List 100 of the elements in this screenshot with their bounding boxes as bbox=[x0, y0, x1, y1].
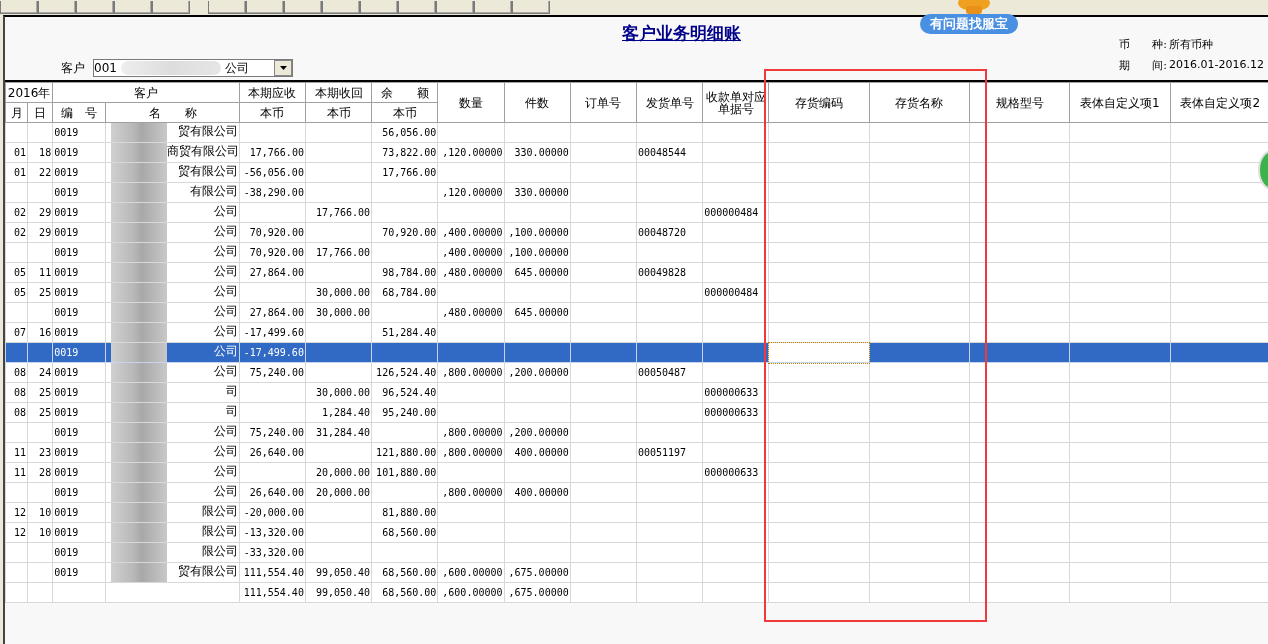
table-cell: ,400.00000 bbox=[437, 222, 505, 243]
toolbar-button[interactable] bbox=[322, 1, 360, 14]
redaction-blur bbox=[111, 423, 168, 442]
table-cell: 68,784.00 bbox=[371, 282, 438, 303]
table-cell: 51,284.40 bbox=[371, 322, 438, 343]
table-cell: 00048720 bbox=[636, 222, 703, 243]
selected-row-cell[interactable] bbox=[5, 342, 28, 363]
table-cell: -13,320.00 bbox=[239, 522, 306, 543]
table-cell: -38,290.00 bbox=[239, 182, 306, 203]
customer-dropdown[interactable]: 001 公司 bbox=[93, 59, 293, 77]
table-cell: 111,554.40 bbox=[239, 582, 306, 603]
table-cell: ,800.00000 bbox=[437, 482, 505, 503]
table-cell: 000000633 bbox=[702, 462, 769, 483]
toolbar-button[interactable] bbox=[284, 1, 322, 14]
table-cell: 000000484 bbox=[702, 282, 769, 303]
table-cell: 有限公司 bbox=[189, 184, 238, 198]
table-cell: 限公司 bbox=[201, 524, 238, 538]
column-header[interactable]: 存货编码 bbox=[768, 82, 870, 123]
toolbar-button[interactable] bbox=[152, 1, 190, 14]
table-cell: ,600.00000 bbox=[437, 582, 505, 603]
column-header[interactable]: 表体自定义项1 bbox=[1069, 82, 1171, 123]
table-cell: 贸有限公司 bbox=[177, 564, 238, 578]
table-cell: 25 bbox=[27, 402, 53, 423]
table-cell: 10 bbox=[27, 502, 53, 523]
table-cell: 17,766.00 bbox=[305, 202, 372, 223]
table-cell: 0019 bbox=[52, 502, 106, 523]
redaction-blur bbox=[111, 263, 168, 282]
table-cell: 330.00000 bbox=[504, 142, 571, 163]
column-header[interactable]: 本期应收 bbox=[239, 82, 306, 103]
table-cell: 司 bbox=[225, 404, 238, 418]
table-cell: 17,766.00 bbox=[239, 142, 306, 163]
table-cell: 00049828 bbox=[636, 262, 703, 283]
redaction-blur bbox=[111, 483, 168, 502]
table-cell: -33,320.00 bbox=[239, 542, 306, 563]
table-cell: 0019 bbox=[52, 322, 106, 343]
table-cell: ,800.00000 bbox=[437, 422, 505, 443]
column-header[interactable]: 本期收回 bbox=[305, 82, 372, 103]
redaction-blur bbox=[111, 363, 168, 382]
table-cell: 0019 bbox=[52, 122, 106, 143]
table-cell: 30,000.00 bbox=[305, 282, 372, 303]
column-header[interactable]: 客户 bbox=[52, 82, 240, 103]
table-cell: 1,284.40 bbox=[305, 402, 372, 423]
redaction-blur bbox=[111, 143, 168, 162]
column-header[interactable]: 数量 bbox=[437, 82, 505, 123]
toolbar-button[interactable] bbox=[38, 1, 76, 14]
column-header[interactable]: 表体自定义项2 bbox=[1170, 82, 1268, 123]
table-cell: 01 bbox=[5, 162, 28, 183]
toolbar-button[interactable] bbox=[76, 1, 114, 14]
table-cell: ,400.00000 bbox=[437, 242, 505, 263]
info-value: 所有币种 bbox=[1169, 37, 1214, 52]
column-header[interactable]: 规格型号 bbox=[969, 82, 1070, 123]
table-cell: 0019 bbox=[52, 262, 106, 283]
toolbar-button[interactable] bbox=[398, 1, 436, 14]
table-cell: 0019 bbox=[52, 162, 106, 183]
toolbar-button[interactable] bbox=[360, 1, 398, 14]
table-cell: 0019 bbox=[52, 382, 106, 403]
table-cell: 16 bbox=[27, 322, 53, 343]
column-header[interactable]: 存货名称 bbox=[869, 82, 970, 123]
column-header[interactable]: 月 bbox=[5, 102, 28, 123]
toolbar-button[interactable] bbox=[114, 1, 152, 14]
toolbar-button[interactable] bbox=[436, 1, 474, 14]
column-header[interactable]: 发货单号 bbox=[636, 82, 703, 123]
table-cell: 26,640.00 bbox=[239, 442, 306, 463]
table-cell: 05 bbox=[5, 282, 28, 303]
redaction-blur bbox=[111, 163, 168, 182]
toolbar-button[interactable] bbox=[512, 1, 550, 14]
column-header[interactable]: 件数 bbox=[504, 82, 571, 123]
table-cell: 公司 bbox=[213, 464, 238, 478]
table-cell: 02 bbox=[5, 222, 28, 243]
table-cell: 11 bbox=[5, 462, 28, 483]
table-cell: 08 bbox=[5, 362, 28, 383]
table-cell: 0019 bbox=[52, 522, 106, 543]
table-cell: 17,766.00 bbox=[305, 242, 372, 263]
column-header[interactable]: 余 额 bbox=[371, 82, 438, 103]
table-cell: 30,000.00 bbox=[305, 302, 372, 323]
table-cell: 81,880.00 bbox=[371, 502, 438, 523]
table-cell: 公司 bbox=[213, 324, 238, 338]
table-cell: 26,640.00 bbox=[239, 482, 306, 503]
table-cell: 12 bbox=[5, 502, 28, 523]
table-cell: 27,864.00 bbox=[239, 262, 306, 283]
toolbar-button[interactable] bbox=[474, 1, 512, 14]
column-header[interactable]: 订单号 bbox=[570, 82, 637, 123]
table-cell: 公司 bbox=[213, 364, 238, 378]
table-cell: 公司 bbox=[213, 204, 238, 218]
table-cell: 70,920.00 bbox=[239, 222, 306, 243]
table-cell: 公司 bbox=[213, 284, 238, 298]
info-value: 2016.01-2016.12 bbox=[1169, 58, 1264, 73]
table-cell: 68,560.00 bbox=[371, 522, 438, 543]
redaction-blur bbox=[111, 403, 168, 422]
redaction-blur bbox=[111, 303, 168, 322]
toolbar-button[interactable] bbox=[0, 1, 38, 14]
column-header[interactable]: 2016年 bbox=[5, 82, 53, 103]
redaction-blur bbox=[111, 563, 168, 582]
redaction-blur bbox=[111, 283, 168, 302]
table-cell: 0019 bbox=[52, 462, 106, 483]
table-cell: 01 bbox=[5, 142, 28, 163]
toolbar-button[interactable] bbox=[208, 1, 246, 14]
toolbar-button[interactable] bbox=[246, 1, 284, 14]
table-cell: 73,822.00 bbox=[371, 142, 438, 163]
column-header[interactable]: 收款单对应单据号 bbox=[702, 82, 769, 123]
